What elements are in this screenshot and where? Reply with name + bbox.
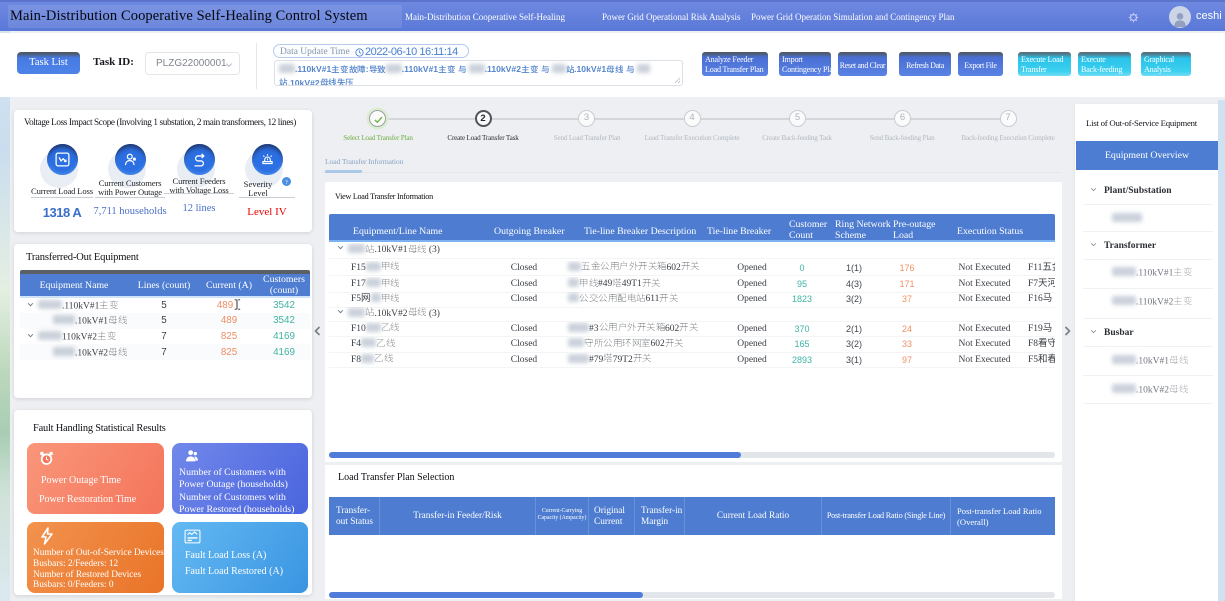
svg-text:?: ? [285,179,288,186]
